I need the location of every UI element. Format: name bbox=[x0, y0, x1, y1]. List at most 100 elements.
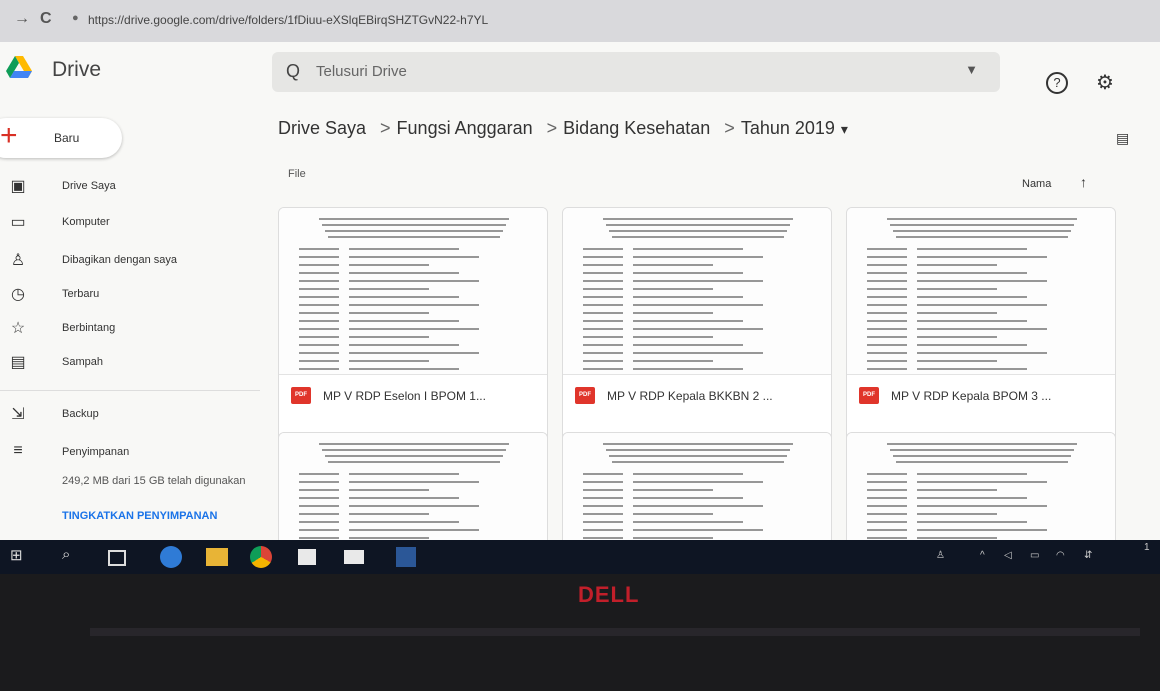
document-text-line bbox=[349, 513, 429, 515]
task-view-icon[interactable] bbox=[108, 550, 126, 566]
document-text-line bbox=[917, 529, 1047, 531]
people-tray-icon[interactable]: ♙ bbox=[936, 550, 945, 561]
file-explorer-icon[interactable] bbox=[206, 548, 228, 566]
wifi-icon[interactable]: ◠ bbox=[1056, 550, 1065, 561]
breadcrumb-item-fungsi-anggaran[interactable]: Fungsi Anggaran bbox=[397, 118, 533, 138]
mail-icon[interactable] bbox=[344, 550, 364, 564]
backup-icon: ⇲ bbox=[11, 406, 25, 423]
document-thumbnail bbox=[563, 208, 831, 374]
new-button[interactable]: + Baru bbox=[0, 118, 122, 158]
app-title[interactable]: Drive bbox=[52, 58, 101, 82]
clock-text[interactable]: 1 bbox=[1144, 542, 1150, 553]
drive-app: Drive Q Telusuri Drive ▼ ? ⚙ + Baru ▣ Dr… bbox=[0, 42, 1160, 540]
document-text-line bbox=[322, 224, 506, 226]
network-icon[interactable]: ⇵ bbox=[1084, 550, 1092, 561]
document-text-line bbox=[633, 505, 763, 507]
document-text-line bbox=[633, 264, 713, 266]
sidebar-item-penyimpanan[interactable]: ≡ Penyimpanan bbox=[0, 438, 260, 468]
document-text-line bbox=[349, 352, 479, 354]
chrome-icon[interactable] bbox=[250, 546, 272, 568]
file-card[interactable]: PDF MP V RDP Eselon I BPOM 1... bbox=[278, 207, 548, 445]
folder-menu-caret-icon[interactable]: ▾ bbox=[841, 121, 848, 137]
help-icon[interactable]: ? bbox=[1046, 72, 1068, 94]
document-text-line bbox=[328, 461, 500, 463]
document-text-line bbox=[299, 336, 339, 338]
document-text-line bbox=[633, 537, 713, 539]
breadcrumb-separator: > bbox=[546, 118, 558, 138]
document-text-line bbox=[887, 218, 1077, 220]
document-text-line bbox=[917, 272, 1027, 274]
document-text-line bbox=[583, 481, 623, 483]
document-text-line bbox=[887, 443, 1077, 445]
document-text-line bbox=[867, 320, 907, 322]
start-icon[interactable]: ⊞ bbox=[10, 546, 23, 564]
volume-icon[interactable]: ◁ bbox=[1004, 550, 1012, 561]
document-text-line bbox=[609, 230, 787, 232]
breadcrumb-item-bidang-kesehatan[interactable]: Bidang Kesehatan bbox=[563, 118, 710, 138]
upgrade-storage-link[interactable]: TINGKATKAN PENYIMPANAN bbox=[62, 510, 252, 522]
sidebar-item-shared[interactable]: ♙ Dibagikan dengan saya bbox=[0, 246, 260, 276]
sidebar-divider bbox=[0, 390, 260, 391]
file-card[interactable] bbox=[278, 432, 548, 540]
sort-direction-icon[interactable]: ↑ bbox=[1080, 174, 1087, 190]
document-text-line bbox=[583, 352, 623, 354]
file-card[interactable]: PDF MP V RDP Kepala BKKBN 2 ... bbox=[562, 207, 832, 445]
file-card[interactable] bbox=[562, 432, 832, 540]
search-input[interactable]: Telusuri Drive bbox=[316, 63, 407, 80]
search-icon[interactable]: ⌕ bbox=[62, 546, 70, 563]
store-icon[interactable] bbox=[298, 549, 316, 565]
drive-logo-icon[interactable] bbox=[6, 56, 32, 80]
forward-icon[interactable]: → bbox=[14, 10, 30, 28]
document-text-line bbox=[867, 264, 907, 266]
document-text-line bbox=[319, 218, 509, 220]
document-text-line bbox=[917, 537, 997, 539]
sidebar-item-komputer[interactable]: ▭ Komputer bbox=[0, 208, 260, 238]
sort-by-name[interactable]: Nama bbox=[1022, 178, 1051, 190]
document-text-line bbox=[917, 296, 1027, 298]
search-options-icon[interactable]: ▼ bbox=[965, 62, 978, 77]
document-text-line bbox=[896, 461, 1068, 463]
document-text-line bbox=[583, 360, 623, 362]
document-text-line bbox=[867, 336, 907, 338]
sidebar-item-backup[interactable]: ⇲ Backup bbox=[0, 400, 260, 430]
document-text-line bbox=[583, 272, 623, 274]
document-text-line bbox=[583, 505, 623, 507]
file-card[interactable] bbox=[846, 432, 1116, 540]
document-text-line bbox=[349, 248, 459, 250]
sidebar-item-label: Penyimpanan bbox=[62, 446, 130, 458]
battery-icon[interactable]: ▭ bbox=[1030, 550, 1039, 561]
document-text-line bbox=[349, 328, 479, 330]
list-view-icon[interactable]: ▤ bbox=[1116, 130, 1129, 147]
sidebar-item-berbintang[interactable]: ☆ Berbintang bbox=[0, 314, 260, 344]
document-thumbnail bbox=[847, 433, 1115, 540]
sidebar-item-terbaru[interactable]: ◷ Terbaru bbox=[0, 280, 260, 310]
document-text-line bbox=[583, 344, 623, 346]
search-icon[interactable]: Q bbox=[286, 61, 300, 82]
document-text-line bbox=[917, 328, 1047, 330]
file-card[interactable]: PDF MP V RDP Kepala BPOM 3 ... bbox=[846, 207, 1116, 445]
document-text-line bbox=[893, 455, 1071, 457]
document-text-line bbox=[299, 304, 339, 306]
document-text-line bbox=[917, 497, 1027, 499]
address-bar[interactable]: https://drive.google.com/drive/folders/1… bbox=[88, 13, 1148, 29]
search-bar[interactable]: Q Telusuri Drive ▼ bbox=[272, 52, 1000, 92]
edge-icon[interactable] bbox=[160, 546, 182, 568]
document-text-line bbox=[583, 473, 623, 475]
document-text-line bbox=[633, 336, 713, 338]
document-text-line bbox=[917, 473, 1027, 475]
document-text-line bbox=[583, 248, 623, 250]
my-drive-icon: ▣ bbox=[10, 178, 26, 195]
document-text-line bbox=[917, 344, 1027, 346]
document-text-line bbox=[583, 368, 623, 370]
word-icon[interactable] bbox=[396, 547, 416, 567]
document-text-line bbox=[867, 296, 907, 298]
document-text-line bbox=[606, 224, 790, 226]
reload-icon[interactable]: C bbox=[40, 10, 52, 28]
chevron-up-icon[interactable]: ^ bbox=[980, 550, 985, 561]
document-text-line bbox=[299, 537, 339, 539]
sidebar-item-drive-saya[interactable]: ▣ Drive Saya bbox=[0, 172, 260, 202]
sidebar-item-sampah[interactable]: ▤ Sampah bbox=[0, 348, 260, 378]
breadcrumb-item-tahun-2019[interactable]: Tahun 2019 bbox=[741, 118, 835, 138]
settings-icon[interactable]: ⚙ bbox=[1096, 70, 1114, 95]
breadcrumb-item-drive-saya[interactable]: Drive Saya bbox=[278, 118, 366, 138]
